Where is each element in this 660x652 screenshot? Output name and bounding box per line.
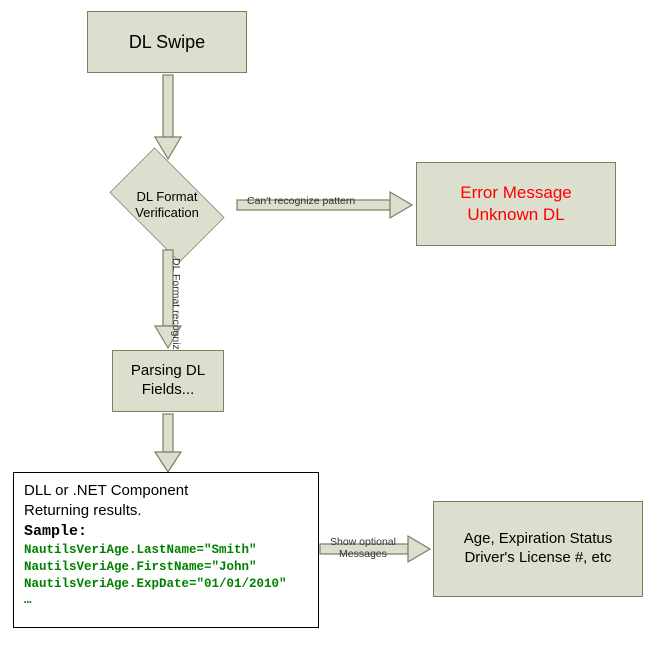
result-sample-label: Sample: [24,522,308,542]
arrow-down-icon [155,75,181,161]
edge-label-format-recognized: DL Format recognized [170,258,182,362]
edge-label-cant-recognize: Can't recognize pattern [247,195,355,207]
output-text: Age, Expiration Status Driver's License … [464,530,612,568]
node-error-message: Error Message Unknown DL [416,162,616,246]
arrow-down-icon [155,414,181,474]
sample-code-line: NautilsVeriAge.ExpDate="01/01/2010" [24,576,308,593]
node-label: DL Format Verification [97,160,237,250]
node-dl-swipe: DL Swipe [87,11,247,73]
result-title-line: DLL or .NET Component [24,481,308,501]
sample-code-line: NautilsVeriAge.LastName="Smith" [24,542,308,559]
node-component-result: DLL or .NET Component Returning results.… [13,472,319,628]
node-label: Parsing DL Fields... [131,362,205,400]
node-parsing-fields: Parsing DL Fields... [112,350,224,412]
result-title-line: Returning results. [24,501,308,521]
node-label: DL Swipe [129,31,205,54]
sample-code-line: … [24,592,308,609]
node-output-info: Age, Expiration Status Driver's License … [433,501,643,597]
sample-code-line: NautilsVeriAge.FirstName="John" [24,559,308,576]
error-text: Error Message Unknown DL [460,182,571,226]
node-format-verification: DL Format Verification [97,160,237,250]
edge-label-show-optional: Show optionalMessages [330,537,396,560]
